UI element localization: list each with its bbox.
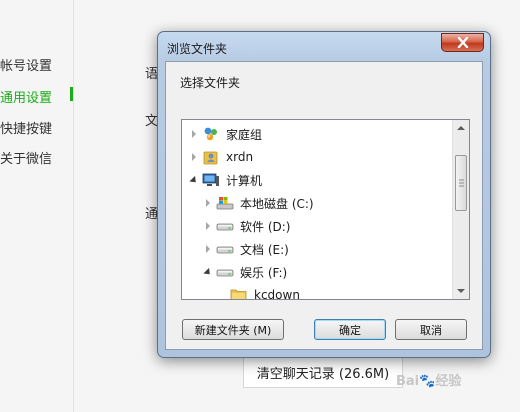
tree-item-computer[interactable]: 计算机 — [189, 169, 263, 191]
cancel-button[interactable]: 取消 — [395, 319, 467, 340]
tree-item-drive-f[interactable]: 娱乐 (F:) — [203, 261, 288, 283]
drive-icon — [216, 264, 234, 280]
close-icon — [457, 37, 468, 48]
scroll-down-button[interactable] — [453, 283, 469, 299]
expand-arrow-icon[interactable] — [204, 222, 212, 230]
new-folder-button[interactable]: 新建文件夹 (M) — [182, 319, 284, 340]
homegroup-icon — [202, 126, 220, 142]
user-folder-icon — [202, 149, 220, 165]
tree-item-label: 家庭组 — [226, 127, 263, 142]
drive-icon — [216, 218, 234, 234]
browse-folder-dialog: 浏览文件夹 选择文件夹 家庭组 xrdn 计算机 本地磁盘 (C:) 软件 (D… — [157, 31, 491, 358]
tree-item-label: 本地磁盘 (C:) — [240, 196, 314, 211]
folder-icon — [230, 287, 248, 299]
chevron-down-icon — [457, 289, 465, 293]
tree-item-kcdown[interactable]: kcdown — [218, 284, 300, 300]
expand-arrow-icon[interactable] — [190, 153, 198, 161]
expand-arrow-icon[interactable] — [190, 130, 198, 138]
dialog-title: 浏览文件夹 — [167, 42, 228, 56]
watermark: Bai🐾经验 — [396, 374, 462, 389]
tree-item-label: 计算机 — [226, 173, 263, 188]
tree-item-label: 娱乐 (F:) — [240, 265, 288, 280]
scroll-thumb[interactable] — [455, 155, 467, 211]
collapse-arrow-icon[interactable] — [189, 175, 199, 185]
expand-arrow-icon[interactable] — [204, 245, 212, 253]
dialog-prompt: 选择文件夹 — [180, 76, 241, 90]
tree-item-drive-c[interactable]: 本地磁盘 (C:) — [204, 192, 314, 214]
close-button[interactable] — [441, 33, 484, 52]
tree-item-label: xrdn — [226, 150, 254, 164]
tree-item-drive-d[interactable]: 软件 (D:) — [204, 215, 290, 237]
tree-item-label: 软件 (D:) — [240, 219, 291, 234]
tree-item-label: kcdown — [254, 288, 300, 300]
sidebar-item-account[interactable]: 帐号设置 — [0, 55, 52, 74]
system-drive-icon — [216, 195, 234, 211]
sidebar-item-about[interactable]: 关于微信 — [0, 148, 52, 167]
grip-icon — [459, 179, 464, 187]
folder-tree[interactable]: 家庭组 xrdn 计算机 本地磁盘 (C:) 软件 (D:) 文档 (E:) 娱… — [181, 119, 470, 300]
dialog-client-area: 选择文件夹 家庭组 xrdn 计算机 本地磁盘 (C:) 软件 (D:) 文档 … — [165, 61, 483, 350]
computer-icon — [202, 172, 220, 188]
chevron-up-icon — [457, 126, 465, 130]
vertical-scrollbar[interactable] — [452, 120, 469, 299]
clear-chat-history-button[interactable]: 清空聊天记录 (26.6M) — [243, 356, 403, 388]
tree-item-user[interactable]: xrdn — [190, 146, 253, 168]
sidebar-item-shortcuts[interactable]: 快捷按键 — [0, 118, 52, 137]
settings-sidebar: 帐号设置 通用设置 快捷按键 关于微信 — [0, 0, 74, 412]
expand-arrow-icon[interactable] — [204, 199, 212, 207]
collapse-arrow-icon[interactable] — [203, 267, 213, 277]
tree-item-drive-e[interactable]: 文档 (E:) — [204, 238, 289, 260]
active-indicator — [70, 87, 73, 101]
sidebar-item-general[interactable]: 通用设置 — [0, 87, 52, 106]
scroll-up-button[interactable] — [453, 120, 469, 136]
tree-item-label: 文档 (E:) — [240, 242, 289, 257]
tree-item-homegroup[interactable]: 家庭组 — [190, 123, 262, 145]
drive-icon — [216, 241, 234, 257]
ok-button[interactable]: 确定 — [314, 319, 386, 340]
